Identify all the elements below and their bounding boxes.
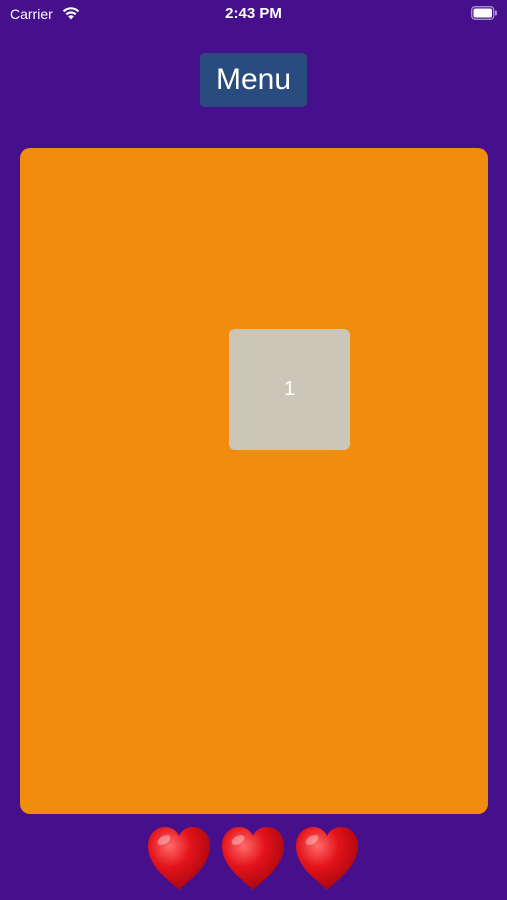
heart-icon — [144, 822, 214, 894]
lives-row — [0, 822, 507, 894]
game-tile[interactable]: 1 — [229, 329, 350, 450]
heart-icon — [292, 822, 362, 894]
clock-time: 2:43 PM — [225, 5, 282, 22]
game-board[interactable]: 1 — [20, 148, 488, 814]
status-bar: Carrier 2:43 PM — [0, 0, 507, 30]
battery-icon — [471, 6, 497, 20]
heart-icon — [218, 822, 288, 894]
menu-button[interactable]: Menu — [200, 53, 307, 107]
